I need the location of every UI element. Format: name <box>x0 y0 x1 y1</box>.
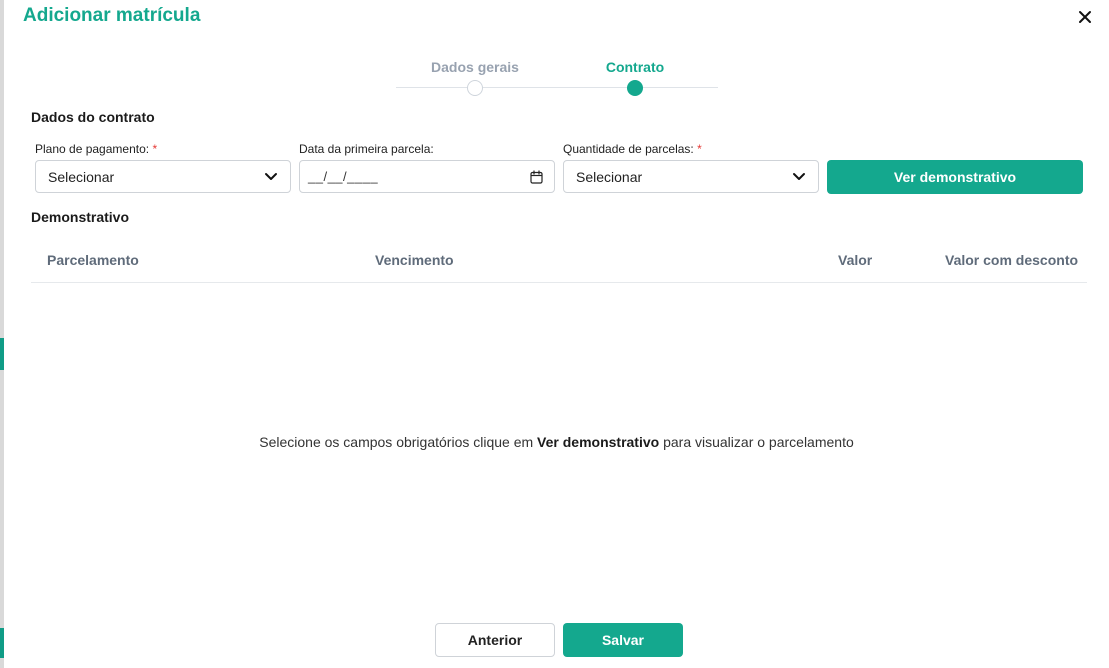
stepper: Dados gerais Contrato <box>396 58 718 98</box>
empty-statement-message: Selecione os campos obrigatórios clique … <box>4 434 1109 450</box>
column-header-vencimento: Vencimento <box>375 252 454 268</box>
view-statement-button[interactable]: Ver demonstrativo <box>827 160 1083 194</box>
step-indicator-contrato[interactable] <box>627 80 643 96</box>
payment-plan-label-text: Plano de pagamento: <box>35 142 150 156</box>
installments-qty-label: Quantidade de parcelas: * <box>563 142 702 156</box>
add-enrollment-dialog: Adicionar matrícula Dados gerais Contrat… <box>4 0 1109 668</box>
payment-plan-value: Selecionar <box>48 168 115 185</box>
payment-plan-select[interactable]: Selecionar <box>35 160 291 193</box>
dialog-title: Adicionar matrícula <box>23 5 201 26</box>
statement-table-header: Parcelamento Vencimento Valor Valor com … <box>31 240 1087 283</box>
date-placeholder: __/__/____ <box>308 169 379 184</box>
first-installment-date-input[interactable]: __/__/____ <box>299 160 555 193</box>
column-header-valor: Valor <box>838 252 873 268</box>
chevron-down-icon <box>265 173 277 180</box>
first-installment-label: Data da primeira parcela: <box>299 142 434 156</box>
column-header-parcelamento: Parcelamento <box>47 252 139 268</box>
stepper-track <box>396 87 718 88</box>
required-mark: * <box>152 142 158 156</box>
statement-section-title: Demonstrativo <box>31 209 130 225</box>
empty-message-emphasis: Ver demonstrativo <box>537 434 660 450</box>
installments-qty-select[interactable]: Selecionar <box>563 160 819 193</box>
column-header-valor-com-desconto: Valor com desconto <box>945 252 1079 268</box>
close-icon[interactable] <box>1076 8 1094 26</box>
required-mark: * <box>697 142 702 156</box>
step-indicator-dados-gerais[interactable] <box>467 80 483 96</box>
first-installment-label-text: Data da primeira parcela: <box>299 142 434 156</box>
installments-qty-value: Selecionar <box>576 168 643 185</box>
step-label-dados-gerais[interactable]: Dados gerais <box>431 59 519 75</box>
calendar-icon[interactable] <box>530 170 543 184</box>
payment-plan-label: Plano de pagamento: * <box>35 142 157 156</box>
save-button[interactable]: Salvar <box>563 623 683 657</box>
empty-message-text: Selecione os campos obrigatórios clique … <box>259 434 538 450</box>
contract-section-title: Dados do contrato <box>31 109 155 125</box>
step-label-contrato[interactable]: Contrato <box>606 59 664 75</box>
previous-button[interactable]: Anterior <box>435 623 555 657</box>
empty-message-text: para visualizar o parcelamento <box>659 434 854 450</box>
chevron-down-icon <box>793 173 805 180</box>
installments-qty-label-text: Quantidade de parcelas: <box>563 142 694 156</box>
